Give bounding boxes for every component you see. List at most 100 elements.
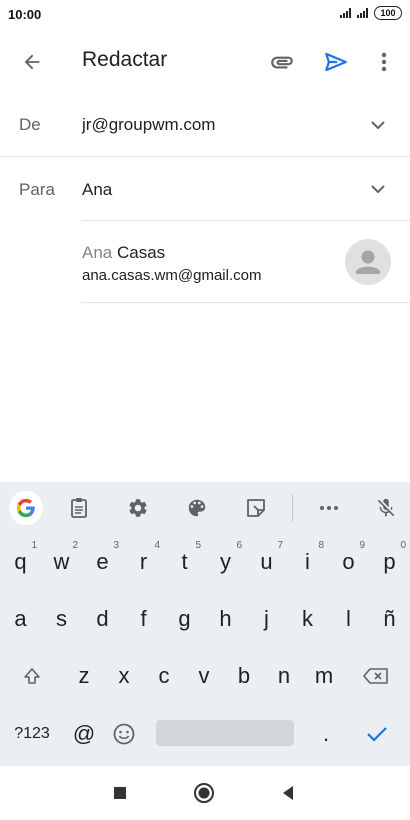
send-button[interactable]	[314, 40, 358, 84]
key-hint: 0	[400, 540, 406, 551]
from-field[interactable]: De jr@groupwm.com	[0, 94, 410, 156]
key-e[interactable]: e3	[82, 538, 123, 586]
key-a[interactable]: a	[0, 595, 41, 643]
arrow-back-icon	[24, 54, 40, 70]
signal-icon	[340, 8, 351, 18]
to-expand-button[interactable]	[366, 177, 390, 201]
paperclip-icon	[271, 56, 293, 69]
key-q[interactable]: q1	[0, 538, 41, 586]
more-tools-button[interactable]	[313, 492, 345, 524]
key-f[interactable]: f	[123, 595, 164, 643]
google-icon	[16, 498, 35, 518]
home-icon	[194, 783, 214, 803]
google-button[interactable]	[9, 491, 43, 525]
clipboard-button[interactable]	[63, 492, 95, 524]
suggestion-name: Ana Casas	[82, 243, 165, 263]
symbols-key[interactable]: ?123	[4, 710, 60, 758]
sticker-icon	[247, 499, 265, 517]
key-c[interactable]: c	[144, 652, 184, 700]
divider	[82, 302, 410, 303]
key-d[interactable]: d	[82, 595, 123, 643]
back-icon	[283, 786, 293, 800]
more-options-button[interactable]	[364, 40, 404, 84]
palette-icon	[188, 499, 206, 517]
key-hint: 6	[236, 540, 242, 551]
key-v[interactable]: v	[184, 652, 224, 700]
divider	[82, 220, 410, 221]
key-k[interactable]: k	[287, 595, 328, 643]
space-key[interactable]	[156, 720, 294, 746]
to-label: Para	[19, 180, 55, 199]
key-w[interactable]: w2	[41, 538, 82, 586]
key-hint: 9	[359, 540, 365, 551]
key-u[interactable]: u7	[246, 538, 287, 586]
key-label: i	[305, 549, 310, 574]
recents-button[interactable]	[98, 776, 142, 810]
backspace-key[interactable]	[352, 652, 400, 700]
chevron-down-icon	[371, 121, 385, 130]
key-hint: 8	[318, 540, 324, 551]
key-z[interactable]: z	[64, 652, 104, 700]
theme-button[interactable]	[181, 492, 213, 524]
key-p[interactable]: p0	[369, 538, 410, 586]
home-button[interactable]	[182, 776, 226, 810]
key-n[interactable]: n	[264, 652, 304, 700]
back-nav-button[interactable]	[266, 776, 310, 810]
key-hint: 7	[277, 540, 283, 551]
check-icon	[367, 727, 387, 742]
to-input[interactable]: Ana	[82, 180, 112, 200]
period-key[interactable]: .	[306, 710, 346, 758]
back-button[interactable]	[10, 40, 54, 84]
key-h[interactable]: h	[205, 595, 246, 643]
key-m[interactable]: m	[304, 652, 344, 700]
from-label: De	[19, 115, 41, 134]
key-hint: 2	[72, 540, 78, 551]
to-field[interactable]: Para Ana	[0, 157, 410, 219]
toolbar-separator	[292, 494, 293, 522]
key-label: t	[181, 549, 188, 574]
voice-input-button[interactable]	[370, 492, 402, 524]
sticker-button[interactable]	[240, 492, 272, 524]
keyboard-toolbar	[0, 482, 410, 534]
more-horiz-icon	[320, 506, 338, 510]
key-l[interactable]: l	[328, 595, 369, 643]
shift-key[interactable]	[8, 652, 56, 700]
key-hint: 1	[31, 540, 37, 551]
key-s[interactable]: s	[41, 595, 82, 643]
status-icons: 100	[340, 6, 402, 20]
keyboard: q1w2e3r4t5y6u7i8o9p0 asdfghjklñ zxcvbnm …	[0, 482, 410, 766]
key-ñ[interactable]: ñ	[369, 595, 410, 643]
signal-icon	[357, 8, 368, 18]
suggestion-name-match: Ana	[82, 243, 113, 262]
contact-suggestion[interactable]: Ana Casas ana.casas.wm@gmail.com	[82, 222, 410, 302]
shift-icon	[24, 668, 40, 684]
key-i[interactable]: i8	[287, 538, 328, 586]
suggestion-email: ana.casas.wm@gmail.com	[82, 267, 262, 284]
avatar	[345, 239, 391, 285]
settings-button[interactable]	[122, 492, 154, 524]
send-icon	[325, 52, 347, 72]
key-label: y	[220, 549, 231, 574]
page-title: Redactar	[82, 48, 168, 71]
attach-button[interactable]	[260, 40, 304, 84]
from-expand-button[interactable]	[366, 113, 390, 137]
emoji-key[interactable]	[104, 710, 144, 758]
key-j[interactable]: j	[246, 595, 287, 643]
more-vert-icon	[381, 52, 387, 72]
key-label: p	[383, 549, 396, 574]
key-o[interactable]: o9	[328, 538, 369, 586]
key-y[interactable]: y6	[205, 538, 246, 586]
key-label: r	[139, 549, 148, 574]
at-key[interactable]: @	[64, 710, 104, 758]
key-g[interactable]: g	[164, 595, 205, 643]
app-bar: Redactar	[0, 30, 410, 92]
person-icon	[356, 250, 380, 274]
key-x[interactable]: x	[104, 652, 144, 700]
key-label: q	[14, 549, 27, 574]
key-t[interactable]: t5	[164, 538, 205, 586]
key-b[interactable]: b	[224, 652, 264, 700]
suggestion-name-rest: Casas	[112, 243, 166, 262]
status-time: 10:00	[8, 7, 42, 22]
enter-key[interactable]	[354, 710, 400, 758]
key-r[interactable]: r4	[123, 538, 164, 586]
